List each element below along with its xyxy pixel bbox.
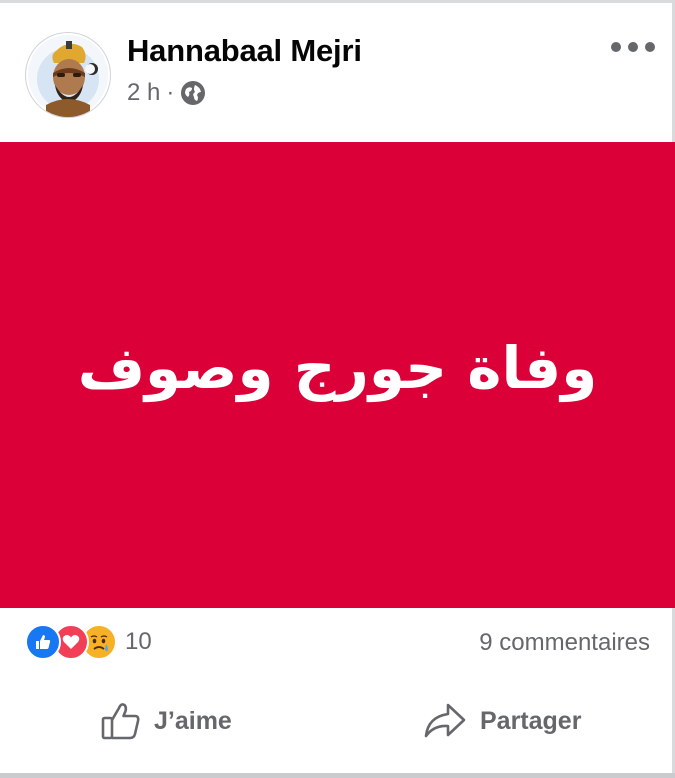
reactions-summary[interactable]: 10 [25,624,152,660]
more-dot [611,42,621,52]
more-options-icon[interactable] [611,36,655,58]
top-divider [0,0,675,3]
share-button[interactable]: Partager [422,700,581,742]
post-image-text: وفاة جورج وصوف [77,334,598,402]
more-dot [645,42,655,52]
meta-separator: · [166,79,175,106]
more-dot [628,42,638,52]
reaction-count: 10 [125,628,152,655]
like-button-label: J’aime [154,706,232,735]
post-meta: 2 h · [127,79,206,107]
post-card: Hannabaal Mejri 2 h · وفاة جورج وصوف 10 … [0,0,675,778]
thumbs-up-icon [101,703,140,740]
share-button-label: Partager [480,706,582,735]
comments-count[interactable]: 9 commentaires [479,629,650,657]
avatar-portrait-image [28,35,108,117]
bottom-divider [0,773,675,778]
author-avatar[interactable] [25,32,111,118]
share-arrow-icon [424,703,466,738]
post-time[interactable]: 2 h [127,79,160,107]
post-image[interactable]: وفاة جورج وصوف [0,142,675,608]
like-reaction-icon [25,624,61,660]
like-button[interactable]: J’aime [100,700,232,742]
globe-icon [180,80,206,106]
author-name[interactable]: Hannabaal Mejri [127,33,362,69]
